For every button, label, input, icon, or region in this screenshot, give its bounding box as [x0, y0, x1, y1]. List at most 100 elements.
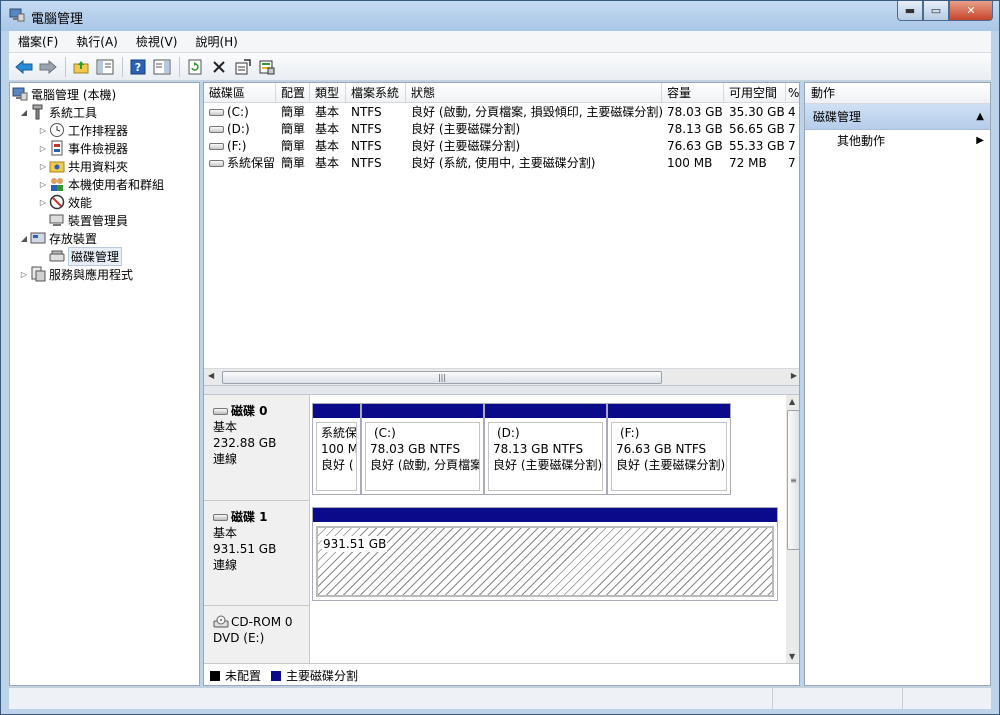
volume-status: 良好 (系統, 使用中, 主要磁碟分割)	[411, 156, 596, 170]
window-title: 電腦管理	[31, 12, 84, 27]
volume-list-horizontal-scrollbar[interactable]: ◀ ||| ▶	[204, 368, 799, 385]
disk-view-vertical-scrollbar[interactable]: ▲ ≡ ▼	[786, 395, 799, 663]
help-button[interactable]: ?	[127, 56, 149, 78]
menu-file[interactable]: 檔案(F)	[9, 33, 67, 50]
partition-f[interactable]: (F:) 76.63 GB NTFS 良好 (主要磁碟分割)	[607, 403, 731, 495]
volume-type: 基本	[315, 122, 340, 136]
partition-unallocated-disk1[interactable]: 931.51 GB	[312, 507, 778, 601]
scroll-right-icon[interactable]: ▶	[791, 371, 797, 380]
toolbar: ?	[9, 53, 991, 81]
cdrom-0-label[interactable]: CD-ROM 0 DVD (E:)	[204, 606, 310, 663]
back-button[interactable]	[13, 56, 35, 78]
scroll-left-icon[interactable]: ◀	[208, 371, 214, 380]
action-more-actions[interactable]: 其他動作 ▶	[805, 130, 990, 152]
column-header-layout[interactable]: 配置	[276, 83, 310, 103]
delete-icon	[213, 60, 225, 73]
scroll-down-icon[interactable]: ▼	[789, 652, 795, 661]
expand-arrow-icon[interactable]: ▷	[37, 126, 49, 135]
volume-file-system: NTFS	[351, 156, 382, 170]
tree-item-event-viewer[interactable]: ▷ 事件檢視器	[37, 139, 128, 157]
forward-button[interactable]	[37, 56, 59, 78]
expand-arrow-icon[interactable]: ▷	[18, 270, 30, 279]
column-header-type[interactable]: 類型	[310, 83, 346, 103]
column-header-capacity[interactable]: 容量	[662, 83, 724, 103]
tree-item-local-users-groups[interactable]: ▷ 本機使用者和群組	[37, 175, 164, 193]
show-hide-action-pane-button[interactable]	[151, 56, 173, 78]
partition-c[interactable]: (C:) 78.03 GB NTFS 良好 (啟動, 分頁檔案	[361, 403, 484, 495]
table-row[interactable]: (D:) 簡單 基本 NTFS 良好 (主要磁碟分割) 78.13 GB 56.…	[204, 121, 799, 138]
disk-1-label[interactable]: 磁碟 1 基本 931.51 GB 連線	[204, 501, 310, 606]
show-hide-tree-button[interactable]	[94, 56, 116, 78]
tree-item-label: 工作排程器	[68, 123, 129, 138]
refresh-icon	[188, 59, 202, 74]
menu-action[interactable]: 執行(A)	[67, 33, 127, 50]
status-segment	[9, 688, 773, 710]
tree-item-device-manager[interactable]: 裝置管理員	[49, 211, 128, 229]
actions-section-disk-management[interactable]: 磁碟管理 ▲	[805, 104, 990, 130]
up-one-level-button[interactable]	[70, 56, 92, 78]
disk-type: DVD (E:)	[213, 631, 265, 645]
pane-splitter[interactable]	[204, 385, 799, 395]
expand-arrow-icon[interactable]: ▷	[37, 144, 49, 153]
show-hide-tree-icon	[96, 59, 114, 74]
toolbar-separator	[122, 56, 123, 77]
tree-item-system-tools[interactable]: ◢ 系統工具	[18, 103, 97, 121]
collapse-caret-icon[interactable]: ▲	[976, 104, 984, 130]
properties-button[interactable]	[232, 56, 254, 78]
maximize-button[interactable]: ▭	[923, 1, 949, 21]
disk-icon	[213, 407, 228, 415]
partition-size: 76.63 GB NTFS	[616, 442, 707, 456]
tree-item-services-applications[interactable]: ▷ 服務與應用程式	[18, 265, 133, 283]
table-row[interactable]: 系統保留 簡單 基本 NTFS 良好 (系統, 使用中, 主要磁碟分割) 100…	[204, 155, 799, 172]
volume-percent-free: 7	[788, 139, 796, 153]
tree-item-performance[interactable]: ▷ 效能	[37, 193, 92, 211]
menu-view[interactable]: 檢視(V)	[127, 33, 187, 50]
toolbar-separator	[65, 56, 66, 77]
partition-d[interactable]: (D:) 78.13 GB NTFS 良好 (主要磁碟分割)	[484, 403, 607, 495]
tree-item-computer-management[interactable]: 電腦管理 (本機)	[12, 85, 116, 103]
delete-button[interactable]	[208, 56, 230, 78]
column-header-file-system[interactable]: 檔案系統	[346, 83, 406, 103]
export-button[interactable]	[256, 56, 278, 78]
partition-status: 良好 (	[321, 458, 354, 472]
tree-item-shared-folders[interactable]: ▷ 共用資料夾	[37, 157, 128, 175]
scrollbar-thumb[interactable]: |||	[222, 371, 662, 384]
collapse-arrow-icon[interactable]: ◢	[18, 234, 30, 243]
column-header-volume[interactable]: 磁碟區	[204, 83, 276, 103]
expand-arrow-icon[interactable]: ▷	[37, 162, 49, 171]
minimize-button[interactable]: ▬	[897, 1, 923, 21]
table-row[interactable]: (C:) 簡單 基本 NTFS 良好 (啟動, 分頁檔案, 損毀傾印, 主要磁碟…	[204, 104, 799, 121]
menu-bar: 檔案(F) 執行(A) 檢視(V) 說明(H)	[9, 31, 991, 53]
tree-item-storage[interactable]: ◢ 存放裝置	[18, 229, 97, 247]
table-row[interactable]: (F:) 簡單 基本 NTFS 良好 (主要磁碟分割) 76.63 GB 55.…	[204, 138, 799, 155]
expand-arrow-icon[interactable]: ▷	[37, 198, 49, 207]
column-header-percent-free[interactable]: %	[786, 83, 799, 103]
disk-icon	[213, 513, 228, 521]
scroll-up-icon[interactable]: ▲	[789, 397, 795, 406]
console-tree: 電腦管理 (本機) ◢ 系統工具 ▷ 工作排程器 ▷ 事件檢視器 ▷ 共用資料夾…	[9, 82, 200, 686]
tree-item-label: 共用資料夾	[68, 159, 129, 174]
close-button[interactable]: ✕	[949, 1, 993, 21]
scrollbar-thumb[interactable]: ≡	[787, 410, 799, 550]
volume-type: 基本	[315, 156, 340, 170]
tree-item-disk-management[interactable]: 磁碟管理	[49, 246, 123, 266]
partition-size: 78.03 GB NTFS	[370, 442, 461, 456]
collapse-arrow-icon[interactable]: ◢	[18, 108, 30, 117]
disk-0-label[interactable]: 磁碟 0 基本 232.88 GB 連線	[204, 395, 310, 501]
refresh-button[interactable]	[184, 56, 206, 78]
column-header-free-space[interactable]: 可用空間	[724, 83, 786, 103]
disk-management-pane: 磁碟區 配置 類型 檔案系統 狀態 容量 可用空間 % (C:) 簡單 基本 N…	[203, 82, 800, 686]
legend: 未配置 主要磁碟分割	[204, 663, 799, 685]
expand-arrow-icon[interactable]: ▷	[37, 180, 49, 189]
tree-item-task-scheduler[interactable]: ▷ 工作排程器	[37, 121, 128, 139]
event-viewer-icon	[49, 140, 65, 156]
title-bar[interactable]: 電腦管理 ▬ ▭ ✕	[1, 1, 999, 31]
menu-help[interactable]: 說明(H)	[186, 33, 246, 50]
legend-label: 主要磁碟分割	[286, 669, 359, 683]
column-header-status[interactable]: 狀態	[406, 83, 662, 103]
tree-item-label: 本機使用者和群組	[68, 177, 165, 192]
volume-file-system: NTFS	[351, 105, 382, 119]
partition-type-bar	[313, 404, 360, 418]
back-arrow-icon	[15, 59, 33, 74]
partition-system-reserved[interactable]: 系統保 100 M 良好 (	[312, 403, 361, 495]
